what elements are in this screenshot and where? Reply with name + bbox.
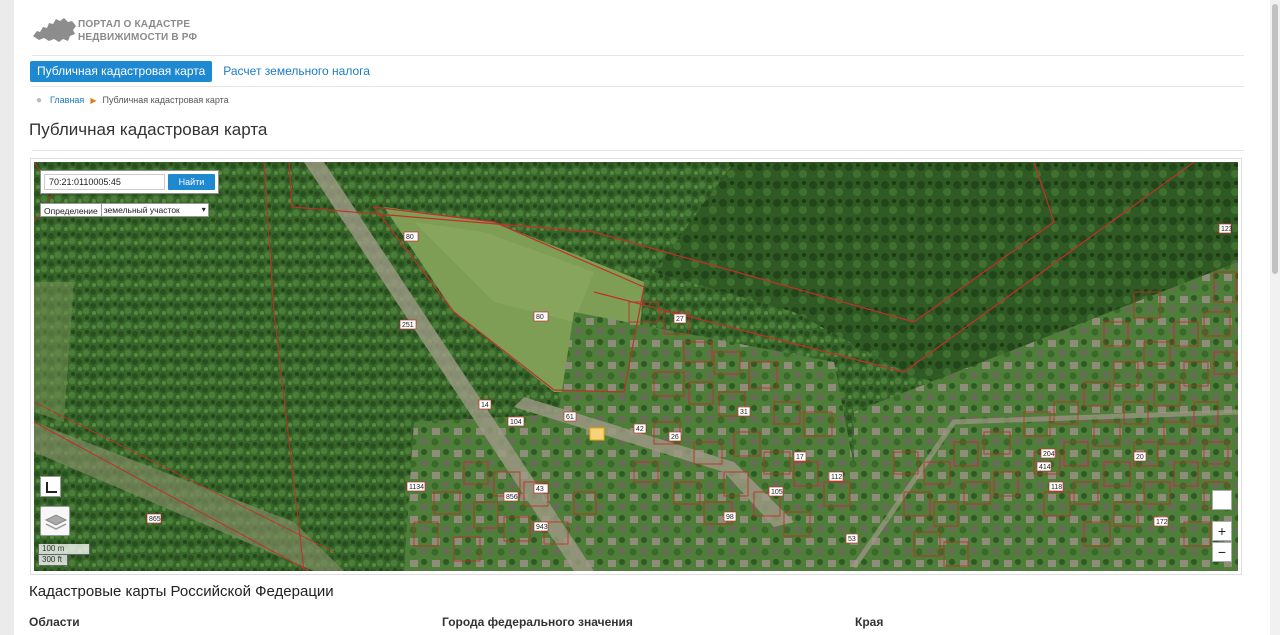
column-heading-oblasti: Области — [29, 615, 80, 629]
definition-label: Определение — [40, 203, 101, 217]
zoom-out-button[interactable]: − — [1212, 542, 1232, 562]
breadcrumb: ● Главная ▶ Публичная кадастровая карта — [36, 94, 229, 106]
parcel-label[interactable]: 204 — [1043, 451, 1055, 458]
parcel-label[interactable]: 17 — [796, 454, 804, 461]
parcel-label[interactable]: 20 — [1136, 454, 1144, 461]
parcel-label[interactable]: 31 — [740, 409, 748, 416]
parcel-label[interactable]: 27 — [676, 316, 684, 323]
satellite-map-imagery[interactable]: 80 80 251 27 61 42 104 14 53 865 43 1134… — [34, 162, 1238, 571]
divider — [32, 150, 1244, 151]
map-scale: 100 m 300 ft — [38, 544, 90, 566]
map-search-box: Найти — [40, 170, 219, 194]
scrollbar-thumb[interactable] — [1272, 4, 1278, 274]
parcel-label[interactable]: 118 — [1051, 484, 1062, 491]
ruler-icon — [46, 482, 57, 493]
scale-meters: 100 m — [38, 544, 90, 555]
parcel-label[interactable]: 123 — [1221, 226, 1233, 233]
parcel-label[interactable]: 80 — [536, 314, 544, 321]
measure-tool-button[interactable] — [40, 476, 61, 497]
map-frame: 80 80 251 27 61 42 104 14 53 865 43 1134… — [30, 158, 1242, 575]
parcel-label[interactable]: 112 — [831, 474, 842, 481]
parcel-label[interactable]: 414 — [1039, 464, 1051, 471]
location-pin-icon: ● — [36, 95, 43, 106]
selected-parcel-marker[interactable] — [589, 427, 605, 441]
parcel-label[interactable]: 251 — [402, 322, 414, 329]
definition-select-value: земельный участок — [103, 205, 180, 215]
chevron-down-icon: ▾ — [201, 205, 206, 214]
page: ПОРТАЛ О КАДАСТРЕ НЕДВИЖИМОСТИ В РФ Публ… — [14, 0, 1270, 635]
logo-line-1: ПОРТАЛ О КАДАСТРЕ — [78, 19, 191, 30]
fullscreen-button[interactable] — [1212, 490, 1232, 510]
tab-public-cadastral-map[interactable]: Публичная кадастровая карта — [30, 61, 213, 82]
divider — [32, 86, 1244, 87]
definition-row: Определение земельный участок ▾ — [40, 203, 209, 217]
parcel-label[interactable]: 104 — [510, 419, 522, 426]
parcel-label[interactable]: 43 — [536, 486, 544, 493]
logo-text[interactable]: ПОРТАЛ О КАДАСТРЕ НЕДВИЖИМОСТИ В РФ — [78, 18, 197, 44]
page-title: Публичная кадастровая карта — [29, 120, 268, 139]
main-nav: Публичная кадастровая карта Расчет земель… — [30, 61, 381, 83]
parcel-label[interactable]: 105 — [771, 489, 783, 496]
section-title: Кадастровые карты Российской Федерации — [29, 583, 334, 600]
breadcrumb-separator-icon: ▶ — [90, 96, 97, 105]
parcel-label[interactable]: 42 — [636, 426, 644, 433]
column-heading-kraya: Края — [855, 615, 884, 629]
parcel-label[interactable]: 856 — [506, 494, 518, 501]
definition-select[interactable]: земельный участок ▾ — [100, 203, 209, 217]
cadastral-number-input[interactable] — [44, 174, 165, 190]
column-heading-federal-cities: Города федерального значения — [442, 615, 633, 629]
layers-button[interactable] — [40, 506, 70, 536]
parcel-label[interactable]: 53 — [848, 536, 856, 543]
tab-land-tax-calculation[interactable]: Расчет земельного налога — [216, 61, 377, 82]
parcel-label[interactable]: 61 — [566, 414, 574, 421]
scale-feet: 300 ft — [38, 555, 68, 566]
page-scrollbar[interactable] — [1270, 0, 1280, 635]
logo-line-2: НЕДВИЖИМОСТИ В РФ — [78, 32, 198, 43]
breadcrumb-home-link[interactable]: Главная — [50, 95, 84, 105]
cadastral-map[interactable]: 80 80 251 27 61 42 104 14 53 865 43 1134… — [34, 162, 1238, 571]
breadcrumb-current: Публичная кадастровая карта — [102, 95, 229, 105]
zoom-in-button[interactable]: + — [1212, 521, 1232, 541]
parcel-label[interactable]: 865 — [149, 516, 161, 523]
parcel-label[interactable]: 98 — [726, 514, 734, 521]
parcel-label[interactable]: 943 — [536, 524, 548, 531]
layers-icon — [44, 514, 68, 530]
search-button[interactable]: Найти — [168, 174, 215, 190]
parcel-label[interactable]: 172 — [1156, 519, 1168, 526]
russia-map-logo-icon[interactable] — [32, 14, 78, 44]
site-header: ПОРТАЛ О КАДАСТРЕ НЕДВИЖИМОСТИ В РФ — [32, 12, 1244, 56]
parcel-label[interactable]: 26 — [671, 434, 679, 441]
parcel-label[interactable]: 1134 — [409, 484, 424, 491]
parcel-label[interactable]: 80 — [406, 234, 414, 241]
parcel-label[interactable]: 14 — [481, 402, 489, 409]
